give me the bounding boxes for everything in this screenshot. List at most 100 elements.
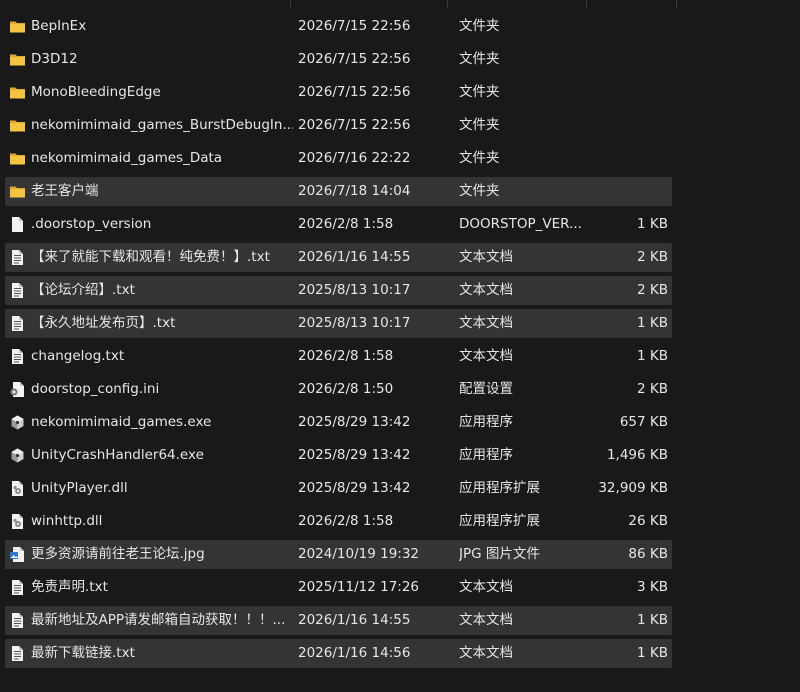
file-row[interactable]: changelog.txt 2026/2/8 1:58 文本文档 1 KB	[5, 342, 672, 371]
file-date-modified: 2026/2/8 1:58	[298, 513, 394, 529]
file-size: 3 KB	[637, 579, 668, 595]
file-row[interactable]: 更多资源请前往老王论坛.jpg 2024/10/19 19:32 JPG 图片文件 8…	[5, 540, 672, 569]
file-size: 1,496 KB	[606, 447, 668, 463]
file-name: MonoBleedingEdge	[31, 84, 161, 100]
file-type: 文件夹	[459, 18, 500, 34]
file-date-modified: 2026/1/16 14:55	[298, 249, 411, 265]
file-type: 文件夹	[459, 150, 500, 166]
file-row[interactable]: 【来了就能下载和观看！纯免费！】.txt 2026/1/16 14:55 文本文档 2…	[5, 243, 672, 272]
file-type: 文件夹	[459, 183, 500, 199]
file-type: 文本文档	[459, 612, 513, 628]
file-size: 26 KB	[628, 513, 668, 529]
file-row[interactable]: 最新下载链接.txt 2026/1/16 14:56 文本文档 1 KB	[5, 639, 672, 668]
unity-exe-icon	[9, 447, 26, 464]
folder-icon	[9, 51, 26, 68]
column-header-strip	[0, 0, 800, 8]
file-date-modified: 2025/8/29 13:42	[298, 480, 411, 496]
file-row[interactable]: doorstop_config.ini 2026/2/8 1:50 配置设置 2 KB	[5, 375, 672, 404]
file-type: 文本文档	[459, 282, 513, 298]
file-list: BepInEx 2026/7/15 22:56 文件夹 D3D12 2026/7/15…	[0, 12, 800, 672]
file-name: 【论坛介绍】.txt	[31, 282, 135, 298]
file-name: UnityPlayer.dll	[31, 480, 128, 496]
file-name: nekomimimaid_games_BurstDebugIn...	[31, 117, 293, 133]
file-date-modified: 2024/10/19 19:32	[298, 546, 420, 562]
image-file-icon	[9, 546, 26, 563]
file-size: 1 KB	[637, 216, 668, 232]
file-row[interactable]: 最新地址及APP请发邮箱自动获取！！！... 2026/1/16 14:55 文本文…	[5, 606, 672, 635]
file-size: 2 KB	[637, 249, 668, 265]
file-type: 文件夹	[459, 84, 500, 100]
column-divider[interactable]	[447, 0, 448, 8]
file-type: 应用程序扩展	[459, 513, 540, 529]
text-file-icon	[9, 315, 26, 332]
file-date-modified: 2025/11/12 17:26	[298, 579, 420, 595]
file-type: 应用程序	[459, 447, 513, 463]
text-file-icon	[9, 282, 26, 299]
file-date-modified: 2026/7/15 22:56	[298, 117, 411, 133]
text-file-icon	[9, 348, 26, 365]
file-type: 文本文档	[459, 579, 513, 595]
column-divider[interactable]	[290, 0, 291, 8]
file-row[interactable]: 免责声明.txt 2025/11/12 17:26 文本文档 3 KB	[5, 573, 672, 602]
file-row[interactable]: nekomimimaid_games_BurstDebugIn... 2026/7…	[5, 111, 672, 140]
settings-file-icon	[9, 381, 26, 398]
file-row[interactable]: UnityCrashHandler64.exe 2025/8/29 13:42 应用…	[5, 441, 672, 470]
file-row[interactable]: MonoBleedingEdge 2026/7/15 22:56 文件夹	[5, 78, 672, 107]
folder-icon	[9, 18, 26, 35]
file-size: 1 KB	[637, 315, 668, 331]
file-date-modified: 2026/7/15 22:56	[298, 84, 411, 100]
column-divider[interactable]	[676, 0, 677, 8]
file-size	[575, 12, 668, 41]
unity-exe-icon	[9, 414, 26, 431]
file-row[interactable]: UnityPlayer.dll 2025/8/29 13:42 应用程序扩展 32,9…	[5, 474, 672, 503]
file-row[interactable]: D3D12 2026/7/15 22:56 文件夹	[5, 45, 672, 74]
file-type: 配置设置	[459, 381, 513, 397]
file-type: 文本文档	[459, 315, 513, 331]
file-date-modified: 2026/2/8 1:58	[298, 348, 394, 364]
file-row[interactable]: 【论坛介绍】.txt 2025/8/13 10:17 文本文档 2 KB	[5, 276, 672, 305]
file-size: 32,909 KB	[598, 480, 668, 496]
column-divider[interactable]	[586, 0, 587, 8]
file-size	[575, 45, 668, 74]
file-row[interactable]: nekomimimaid_games_Data 2026/7/16 22:22 文件…	[5, 144, 672, 173]
file-date-modified: 2026/2/8 1:50	[298, 381, 394, 397]
file-size	[575, 111, 668, 140]
file-row[interactable]: BepInEx 2026/7/15 22:56 文件夹	[5, 12, 672, 41]
dll-file-icon	[9, 480, 26, 497]
file-size: 657 KB	[619, 414, 668, 430]
folder-icon	[9, 84, 26, 101]
text-file-icon	[9, 249, 26, 266]
file-date-modified: 2026/1/16 14:56	[298, 645, 411, 661]
file-type: 文件夹	[459, 51, 500, 67]
file-row[interactable]: winhttp.dll 2026/2/8 1:58 应用程序扩展 26 KB	[5, 507, 672, 536]
file-size: 2 KB	[637, 381, 668, 397]
file-row[interactable]: nekomimimaid_games.exe 2025/8/29 13:42 应用程…	[5, 408, 672, 437]
file-name: changelog.txt	[31, 348, 125, 364]
file-name: BepInEx	[31, 18, 87, 34]
file-size: 86 KB	[628, 546, 668, 562]
folder-icon	[9, 183, 26, 200]
file-date-modified: 2025/8/29 13:42	[298, 447, 411, 463]
file-type: 应用程序扩展	[459, 480, 540, 496]
file-row[interactable]: 【永久地址发布页】.txt 2025/8/13 10:17 文本文档 1 KB	[5, 309, 672, 338]
file-size: 1 KB	[637, 348, 668, 364]
file-type: 文本文档	[459, 348, 513, 364]
file-date-modified: 2026/7/15 22:56	[298, 18, 411, 34]
file-type: 文件夹	[459, 117, 500, 133]
file-name: 老王客户端	[31, 183, 99, 199]
file-name: UnityCrashHandler64.exe	[31, 447, 204, 463]
text-file-icon	[9, 612, 26, 629]
text-file-icon	[9, 579, 26, 596]
file-name: 最新下载链接.txt	[31, 645, 135, 661]
file-size: 1 KB	[637, 645, 668, 661]
file-size: 1 KB	[637, 612, 668, 628]
file-date-modified: 2025/8/13 10:17	[298, 282, 411, 298]
file-row[interactable]: 老王客户端 2026/7/18 14:04 文件夹	[5, 177, 672, 206]
file-type: DOORSTOP_VER...	[459, 216, 582, 232]
file-date-modified: 2026/7/18 14:04	[298, 183, 411, 199]
file-row[interactable]: .doorstop_version 2026/2/8 1:58 DOORSTOP_V…	[5, 210, 672, 239]
file-size	[575, 177, 668, 206]
folder-icon	[9, 150, 26, 167]
file-size	[575, 144, 668, 173]
folder-icon	[9, 117, 26, 134]
